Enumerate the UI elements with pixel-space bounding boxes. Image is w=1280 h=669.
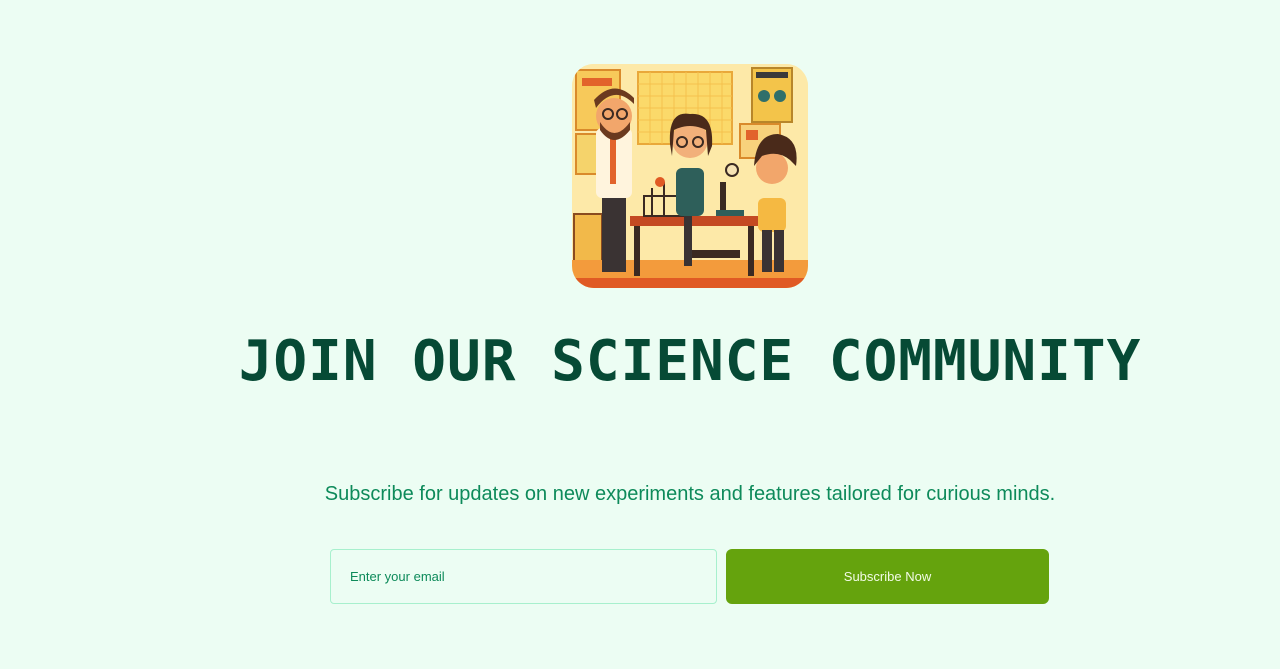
subscribe-button[interactable]: Subscribe Now [726, 549, 1049, 604]
science-classroom-illustration [572, 64, 808, 288]
page-subtitle: Subscribe for updates on new experiments… [324, 483, 1056, 505]
page-title: Join Our Science Community [238, 329, 1142, 394]
email-input[interactable] [330, 549, 717, 604]
newsletter-hero: Join Our Science Community Subscribe for… [0, 0, 1280, 669]
